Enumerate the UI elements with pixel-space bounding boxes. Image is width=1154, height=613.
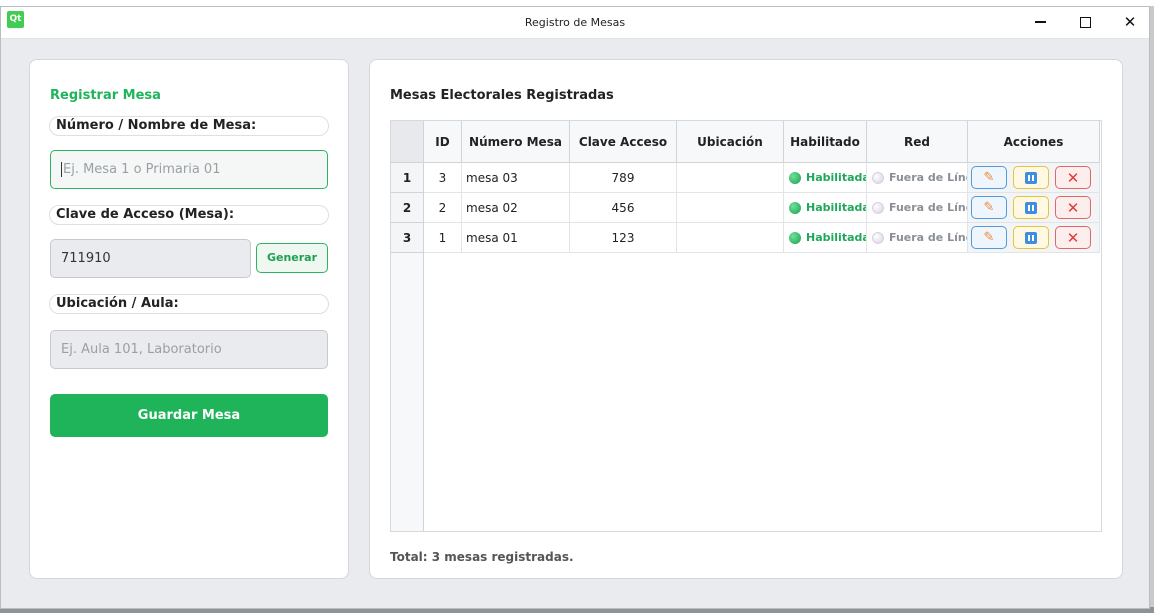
table-corner[interactable] [391,121,424,163]
column-header-id[interactable]: ID [424,121,462,163]
access-key-field[interactable]: 711910 [50,239,251,278]
row-number[interactable]: 2 [391,193,424,223]
form-heading: Registrar Mesa [50,88,161,103]
location-label: Ubicación / Aula: [49,294,329,314]
cell-id[interactable]: 3 [424,163,462,193]
cell-ubicacion[interactable] [677,163,784,193]
column-header-numero-mesa[interactable]: Número Mesa [462,121,570,163]
edit-button[interactable]: ✎ [971,196,1007,219]
cell-clave-acceso[interactable]: 789 [570,163,677,193]
cell-numero-mesa[interactable]: mesa 01 [462,223,570,253]
row-number[interactable]: 3 [391,223,424,253]
column-header-ubicacion[interactable]: Ubicación [677,121,784,163]
pencil-icon: ✎ [983,200,995,215]
cell-habilitado: Habilitada [784,193,867,223]
cell-clave-acceso[interactable]: 456 [570,193,677,223]
register-form-panel: Registrar Mesa Número / Nombre de Mesa: … [29,59,349,579]
close-icon: ✕ [1066,198,1080,217]
cell-ubicacion[interactable] [677,223,784,253]
pause-button[interactable] [1013,226,1049,249]
cell-ubicacion[interactable] [677,193,784,223]
gray-dot-icon [872,231,884,244]
edit-button[interactable]: ✎ [971,166,1007,189]
mesas-table: ID Número Mesa Clave Acceso Ubicación Ha… [390,120,1102,532]
cell-numero-mesa[interactable]: mesa 03 [462,163,570,193]
cell-clave-acceso[interactable]: 123 [570,223,677,253]
edit-button[interactable]: ✎ [971,226,1007,249]
network-status-text: Fuera de Línea [889,201,967,214]
generate-key-button[interactable]: Generar [256,243,328,273]
green-dot-icon [789,171,801,184]
cell-red: Fuera de Línea [867,163,968,193]
pause-button[interactable] [1013,196,1049,219]
access-key-label: Clave de Acceso (Mesa): [49,205,329,225]
delete-button[interactable]: ✕ [1055,226,1091,249]
close-icon: ✕ [1123,13,1137,31]
enabled-status-text: Habilitada [806,201,867,214]
gray-dot-icon [872,201,884,214]
cell-acciones: ✎ ✕ [968,223,1100,253]
cell-id[interactable]: 1 [424,223,462,253]
cell-habilitado: Habilitada [784,163,867,193]
green-dot-icon [789,201,801,214]
pause-icon [1025,171,1037,184]
pause-icon [1025,231,1037,244]
pause-icon [1025,201,1037,214]
table-title: Mesas Electorales Registradas [390,88,614,103]
registered-mesas-panel: Mesas Electorales Registradas ID Número … [369,59,1123,579]
mesa-name-placeholder: Ej. Mesa 1 o Primaria 01 [63,162,221,177]
pencil-icon: ✎ [983,170,995,185]
table-row[interactable]: 3 1 mesa 01 123 Habilitada Fuera de Líne… [391,223,1100,253]
location-input[interactable]: Ej. Aula 101, Laboratorio [50,330,328,369]
window-title: Registro de Mesas [524,16,626,29]
network-status-text: Fuera de Línea [889,231,967,244]
column-header-red[interactable]: Red [867,121,968,163]
enabled-status-text: Habilitada [806,231,867,244]
cell-acciones: ✎ ✕ [968,163,1100,193]
close-window-button[interactable]: ✕ [1119,12,1141,32]
cell-id[interactable]: 2 [424,193,462,223]
column-header-habilitado[interactable]: Habilitado [784,121,867,163]
delete-button[interactable]: ✕ [1055,196,1091,219]
window-shadow-right [1150,6,1154,613]
cell-acciones: ✎ ✕ [968,193,1100,223]
minimize-icon [1034,21,1046,23]
text-cursor [61,162,62,177]
total-count: Total: 3 mesas registradas. [390,550,574,564]
minimize-button[interactable] [1029,12,1051,32]
pencil-icon: ✎ [983,230,995,245]
delete-button[interactable]: ✕ [1055,166,1091,189]
cell-red: Fuera de Línea [867,193,968,223]
title-bar: Qt Registro de Mesas ✕ [1,7,1149,39]
enabled-status-text: Habilitada [806,171,867,184]
table-row[interactable]: 2 2 mesa 02 456 Habilitada Fuera de Líne… [391,193,1100,223]
column-header-acciones[interactable]: Acciones [968,121,1100,163]
cell-numero-mesa[interactable]: mesa 02 [462,193,570,223]
network-status-text: Fuera de Línea [889,171,967,184]
close-icon: ✕ [1066,168,1080,187]
row-number[interactable]: 1 [391,163,424,193]
cell-habilitado: Habilitada [784,223,867,253]
column-header-clave-acceso[interactable]: Clave Acceso [570,121,677,163]
app-window: Qt Registro de Mesas ✕ Registrar Mesa Nú… [0,6,1150,609]
cell-red: Fuera de Línea [867,223,968,253]
maximize-icon [1079,16,1091,28]
name-label: Número / Nombre de Mesa: [49,116,329,136]
table-row[interactable]: 1 3 mesa 03 789 Habilitada Fuera de Líne… [391,163,1100,193]
maximize-button[interactable] [1074,12,1096,32]
mesa-name-input[interactable]: Ej. Mesa 1 o Primaria 01 [50,150,328,189]
save-mesa-button[interactable]: Guardar Mesa [50,394,328,437]
green-dot-icon [789,231,801,244]
pause-button[interactable] [1013,166,1049,189]
close-icon: ✕ [1066,228,1080,247]
table-header: ID Número Mesa Clave Acceso Ubicación Ha… [424,121,1100,163]
gray-dot-icon [872,171,884,184]
